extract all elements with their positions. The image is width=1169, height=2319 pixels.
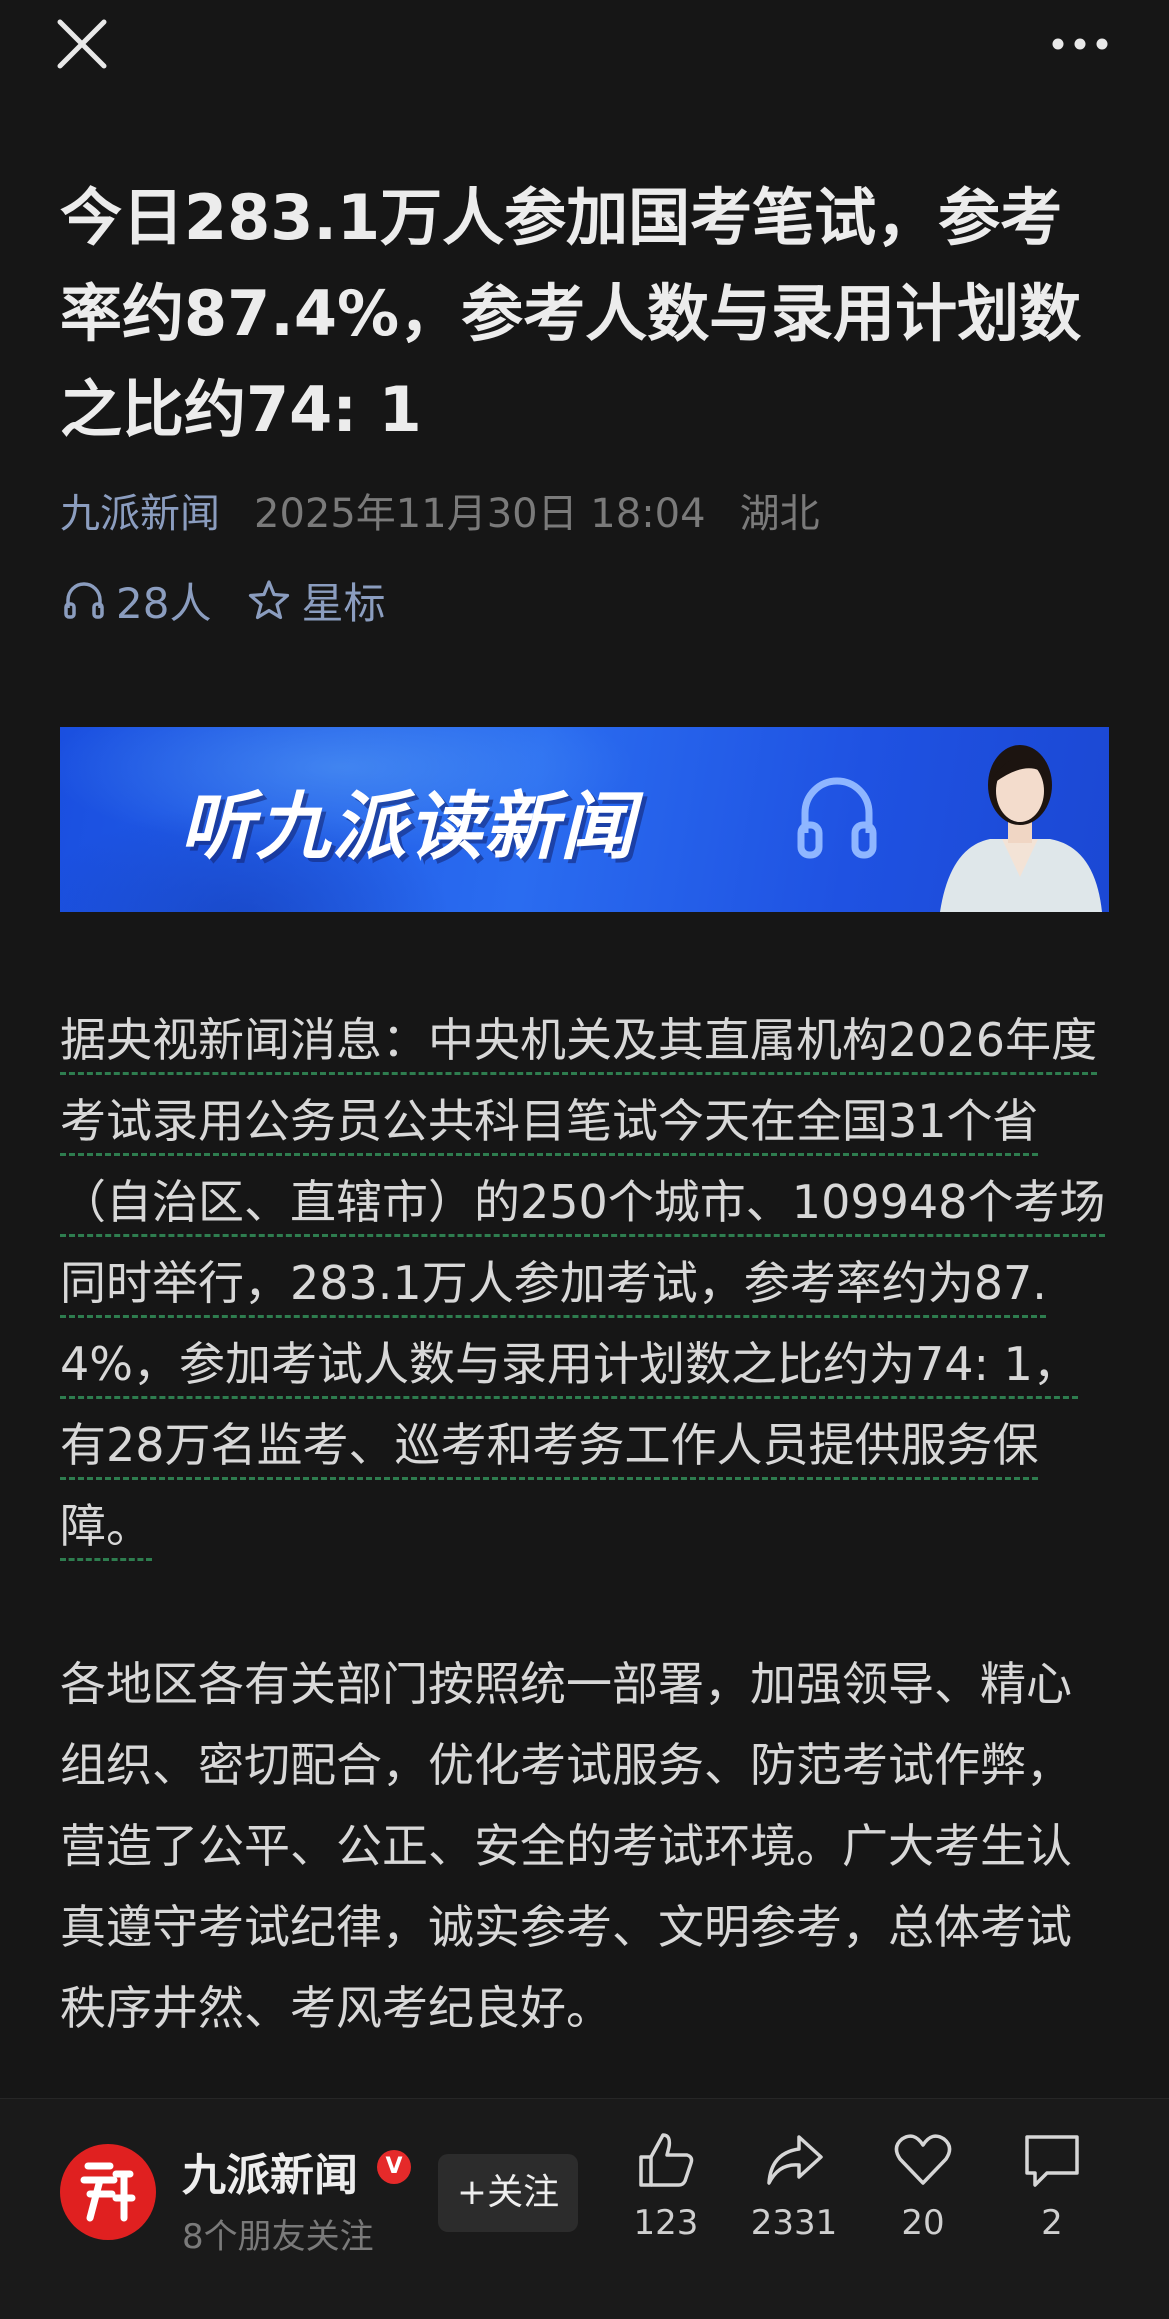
like-count: 123 — [633, 2203, 699, 2243]
listener-count: 28人 — [116, 578, 212, 628]
article-title: 今日283.1万人参加国考笔试，参考率约87.4%，参考人数与录用计划数之比约7… — [60, 181, 1082, 446]
share-count: 2331 — [750, 2203, 838, 2243]
comment-button[interactable]: 2 — [987, 2129, 1117, 2243]
account-name[interactable]: 九派新闻 — [182, 2139, 358, 2203]
star-icon — [249, 580, 290, 620]
friends-following: 8个朋友关注 — [182, 2217, 374, 2257]
star-button[interactable]: 星标 — [247, 570, 385, 631]
paragraph-1-text: 据央视新闻消息：中央机关及其直属机构2026年度考试录用公务员公共科目笔试今天在… — [60, 1013, 1106, 1553]
verified-badge: V — [377, 2150, 411, 2184]
banner-title: 听九派读新闻 — [180, 784, 636, 870]
publish-date: 2025年11月30日 18:04 — [254, 491, 706, 537]
like-button[interactable]: 123 — [601, 2129, 731, 2243]
presenter-image — [940, 745, 1102, 912]
comment-count: 2 — [1041, 2203, 1063, 2243]
article-meta: 九派新闻 2025年11月30日 18:04 湖北 — [60, 480, 820, 540]
close-button[interactable] — [52, 14, 112, 74]
account-avatar[interactable] — [60, 2144, 156, 2240]
share-icon — [767, 2135, 823, 2185]
article-paragraph: 据央视新闻消息：中央机关及其直属机构2026年度考试录用公务员公共科目笔试今天在… — [60, 1000, 1109, 1567]
headphones-icon — [64, 582, 104, 619]
favorite-button[interactable]: 20 — [858, 2129, 988, 2243]
article-paragraph-2: 各地区各有关部门按照统一部署，加强领导、精心组织、密切配合，优化考试服务、防范考… — [60, 1657, 1072, 2035]
brand-logo-icon — [80, 2162, 136, 2222]
more-button[interactable] — [1040, 14, 1120, 74]
follow-button[interactable]: +关注 — [438, 2154, 578, 2232]
more-icon — [1052, 38, 1108, 50]
banner-headphones-icon — [797, 777, 877, 859]
listen-button[interactable]: 28人 — [62, 570, 211, 631]
star-label: 星标 — [301, 578, 386, 628]
listen-banner[interactable]: 听九派读新闻 — [60, 727, 1109, 912]
bottom-bar: 九派新闻 V 8个朋友关注 +关注 123 2331 20 2 — [0, 2098, 1169, 2319]
heart-icon — [894, 2134, 952, 2185]
source-link[interactable]: 九派新闻 — [60, 481, 220, 539]
comment-icon — [1025, 2135, 1079, 2187]
close-icon — [57, 19, 107, 69]
publish-region: 湖北 — [739, 491, 820, 537]
article-actions: 28人 星标 — [62, 572, 385, 628]
top-bar — [0, 0, 1169, 90]
thumbs-up-icon — [639, 2133, 694, 2187]
favorite-count: 20 — [901, 2203, 945, 2243]
share-button[interactable]: 2331 — [729, 2129, 859, 2243]
